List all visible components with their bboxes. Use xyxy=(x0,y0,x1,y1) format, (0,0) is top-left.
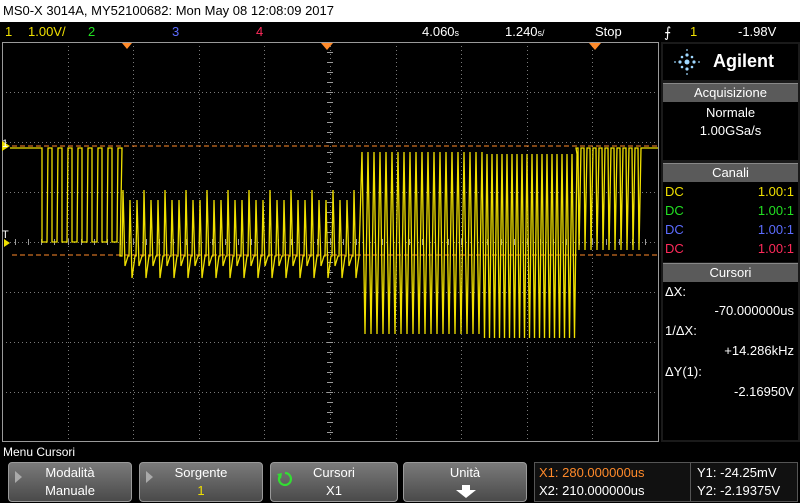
channel-row-1[interactable]: DC 1.00:1 xyxy=(663,184,798,202)
trigger-position-marker[interactable] xyxy=(321,43,333,50)
softkey-source-value: 1 xyxy=(197,483,205,498)
softkey-cursors-value: X1 xyxy=(326,483,342,498)
trigger-channel[interactable]: 1 xyxy=(690,22,697,42)
time-delay-value: 4.060 xyxy=(422,24,455,39)
inverse-delta-x-value: +14.286kHz xyxy=(724,343,794,358)
cursors-header: Cursori xyxy=(663,263,798,283)
softkey-source-label: Sorgente xyxy=(174,465,228,480)
brand-name: Agilent xyxy=(713,51,774,71)
window-title: MS0-X 3014A, MY52100682: Mon May 08 12:0… xyxy=(0,0,800,22)
channel-2-coupling: DC xyxy=(665,203,684,218)
channel-3-coupling: DC xyxy=(665,222,684,237)
time-scale-unit: s/ xyxy=(537,28,545,38)
cursor-y1-readout: Y1: -24.25mV xyxy=(697,465,777,480)
channel-1-probe: 1.00:1 xyxy=(757,184,794,199)
brand-box: Agilent xyxy=(663,44,798,80)
delta-x-value: -70.000000us xyxy=(714,303,794,318)
trigger-edge-icon: ⨍ xyxy=(664,24,672,40)
trigger-level[interactable]: -1.98V xyxy=(738,22,776,42)
delta-y-value: -2.16950V xyxy=(734,384,794,399)
cursor-x1-readout: X1: 280.000000us xyxy=(539,465,645,480)
softkey-mode-label: Modalità xyxy=(45,465,95,480)
ch3-number[interactable]: 3 xyxy=(172,22,179,42)
softkey-units[interactable]: Unità xyxy=(403,462,527,502)
acquisition-mode: Normale xyxy=(705,105,756,120)
channel-row-3[interactable]: DC 1.00:1 xyxy=(663,222,798,240)
menu-title: Menu Cursori xyxy=(0,444,800,460)
delta-x-label: ΔX: xyxy=(665,284,686,299)
time-delay-unit: s xyxy=(454,28,460,38)
inverse-delta-x-label: 1/ΔX: xyxy=(665,323,697,338)
ch4-number[interactable]: 4 xyxy=(256,22,263,42)
channel-row-4[interactable]: DC 1.00:1 xyxy=(663,241,798,259)
channels-header: Canali xyxy=(663,163,798,183)
softkey-cursors-label: Cursori xyxy=(313,465,355,480)
softkey-mode[interactable]: Modalità Manuale xyxy=(8,462,132,502)
cursor-x2-readout: X2: 210.000000us xyxy=(539,483,645,498)
submenu-down-arrow-icon xyxy=(456,485,476,498)
delta-y-label: ΔY(1): xyxy=(665,364,702,379)
channels-section: DC 1.00:1 DC 1.00:1 DC 1.00:1 DC 1.00:1 xyxy=(663,182,798,262)
sample-rate: 1.00GSa/s xyxy=(699,123,762,138)
time-delay[interactable]: 4.060s xyxy=(422,22,459,43)
ch1-number[interactable]: 1 xyxy=(5,22,12,42)
softkey-mode-value: Manuale xyxy=(45,483,95,498)
time-scale-value: 1.240 xyxy=(505,24,538,39)
cursor-y2-readout: Y2: -2.19375V xyxy=(697,483,781,498)
graticule-ticks xyxy=(2,42,659,433)
cursor-readout: X1: 280.000000us X2: 210.000000us Y1: -2… xyxy=(534,462,798,502)
softkey-units-label: Unità xyxy=(449,465,481,480)
softkey-cursors[interactable]: Cursori X1 xyxy=(270,462,398,502)
cursors-section: ΔX: -70.000000us 1/ΔX: +14.286kHz ΔY(1):… xyxy=(663,282,798,440)
channel-3-probe: 1.00:1 xyxy=(757,222,794,237)
cursor-x2-marker[interactable] xyxy=(122,43,132,49)
trigger-marker-label: T xyxy=(2,229,9,241)
softkey-source[interactable]: Sorgente 1 xyxy=(139,462,263,502)
run-state[interactable]: Stop xyxy=(595,22,622,42)
channel-4-probe: 1.00:1 xyxy=(757,241,794,256)
cursor-x1-marker[interactable] xyxy=(589,43,601,50)
channel-1-coupling: DC xyxy=(665,184,684,199)
acquisition-header: Acquisizione xyxy=(663,83,798,103)
waveform-display[interactable] xyxy=(2,42,660,442)
ch1-scale[interactable]: 1.00V/ xyxy=(28,22,66,42)
time-scale[interactable]: 1.240s/ xyxy=(505,22,545,43)
channel-2-probe: 1.00:1 xyxy=(757,203,794,218)
channel-4-coupling: DC xyxy=(665,241,684,256)
channel-row-2[interactable]: DC 1.00:1 xyxy=(663,203,798,221)
ch2-number[interactable]: 2 xyxy=(88,22,95,42)
status-bar: 1 1.00V/ 2 3 4 4.060s 1.240s/ Stop ⨍ 1 -… xyxy=(0,22,800,42)
ch1-marker-label: 1 xyxy=(2,138,9,150)
agilent-spark-icon xyxy=(674,49,700,75)
readout-divider xyxy=(690,462,691,502)
acquisition-section: Normale 1.00GSa/s xyxy=(663,102,798,160)
